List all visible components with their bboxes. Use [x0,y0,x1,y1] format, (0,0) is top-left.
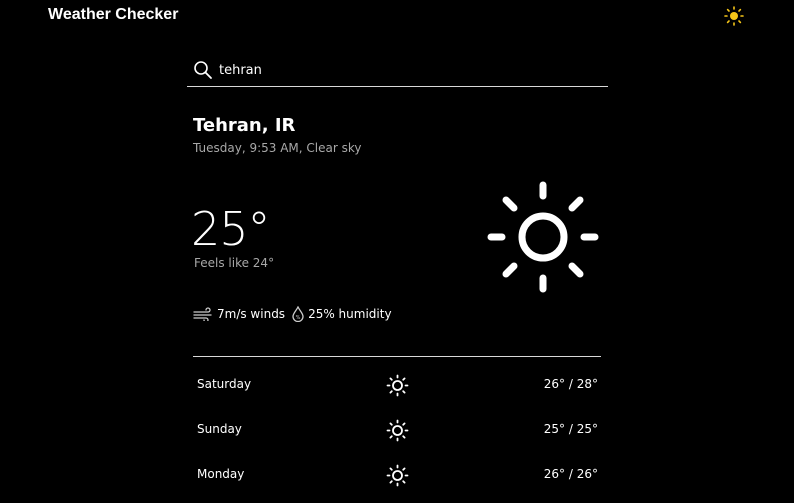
wind-text: 7m/s winds [217,307,286,321]
forecast-row: Sunday 25° / 25° [193,419,601,443]
forecast-temp-range: 25° / 25° [543,422,598,436]
forecast-row: Monday 26° / 26° [193,464,601,488]
city-name: Tehran, IR [193,115,296,136]
feels-like-text: Feels like 24° [194,256,275,270]
sun-icon [386,419,409,442]
search-bar [187,58,608,87]
humidity-text: 25% humidity [308,307,392,321]
app-title: Weather Checker [48,6,179,23]
sun-icon [487,181,599,293]
wind-humidity-stats: 7m/s winds % 25% humidity [193,305,392,323]
search-icon[interactable] [193,60,213,80]
sun-icon [386,464,409,487]
forecast-day: Saturday [197,377,252,391]
forecast-temp-range: 26° / 26° [543,467,598,481]
forecast-day: Sunday [197,422,242,436]
date-condition-text: Tuesday, 9:53 AM, Clear sky [193,141,362,155]
search-input[interactable] [219,60,589,80]
sun-icon [386,374,409,397]
forecast-temp-range: 26° / 28° [543,377,598,391]
divider [193,356,601,357]
humidity-drop-icon: % [292,306,304,322]
humidity-stat: % 25% humidity [291,306,392,322]
wind-stat: 7m/s winds [193,307,285,321]
sun-icon [724,6,744,26]
forecast-row: Saturday 26° / 28° [193,374,601,398]
current-temperature: 25° [191,202,271,256]
theme-toggle-button[interactable] [723,5,745,27]
wind-icon [193,307,212,321]
forecast-day: Monday [197,467,245,481]
svg-text:%: % [296,315,301,321]
